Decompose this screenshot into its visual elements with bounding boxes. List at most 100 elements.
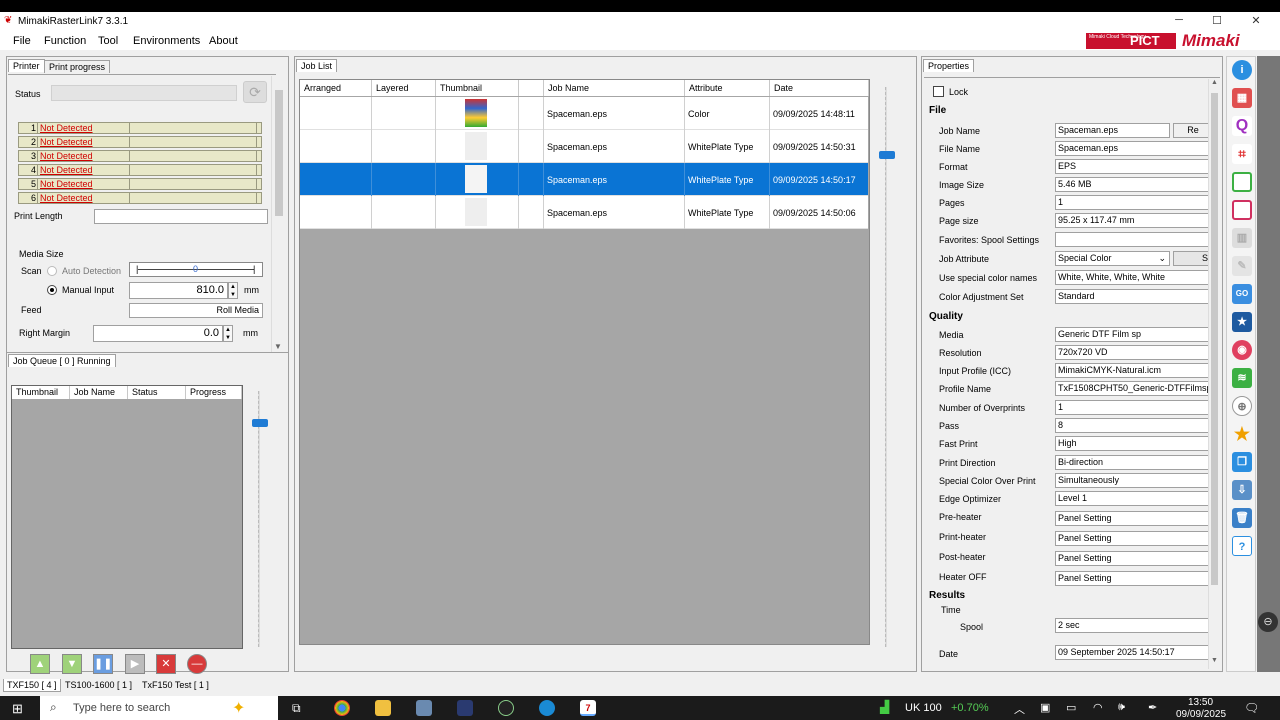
prop-value[interactable]: Panel Setting xyxy=(1055,511,1209,526)
label-icon[interactable]: ◉ xyxy=(1232,340,1252,360)
taskbar-search[interactable]: ⌕ Type here to search ✦ xyxy=(40,696,278,720)
layers-icon[interactable]: ≋ xyxy=(1232,368,1252,388)
right-margin-input[interactable]: 0.0 xyxy=(93,325,223,342)
menu-about[interactable]: About xyxy=(209,35,238,47)
prop-value[interactable]: High xyxy=(1055,436,1209,451)
tray-app-icon[interactable]: ▣ xyxy=(1040,701,1050,714)
go-icon[interactable]: GO xyxy=(1232,284,1252,304)
print-length-field[interactable] xyxy=(94,209,268,224)
rename-button[interactable]: Re xyxy=(1173,123,1213,138)
menu-function[interactable]: Function xyxy=(44,35,86,47)
lock-checkbox[interactable] xyxy=(933,86,944,97)
prop-value[interactable]: Simultaneously xyxy=(1055,473,1209,488)
job-list-priority-slider[interactable] xyxy=(877,87,895,647)
manual-input-radio[interactable] xyxy=(47,285,57,295)
job-row[interactable]: Spaceman.eps WhitePlate Type 09/09/2025 … xyxy=(300,130,868,163)
export-icon[interactable]: ⇩ xyxy=(1232,480,1252,500)
menu-file[interactable]: File xyxy=(13,35,31,47)
task-view-icon[interactable]: ⧉ xyxy=(292,701,301,716)
queue-move-bottom-button[interactable]: ▼ xyxy=(62,654,82,674)
info-icon[interactable]: i xyxy=(1232,60,1252,80)
quick-icon[interactable]: Q xyxy=(1232,116,1252,136)
col-date[interactable]: Date xyxy=(770,80,869,96)
queue-priority-slider[interactable] xyxy=(250,391,268,647)
menu-environments[interactable]: Environments xyxy=(133,35,200,47)
app-icon-taskbar[interactable] xyxy=(498,700,514,716)
job-row-selected[interactable]: Spaceman.eps WhitePlate Type 09/09/2025 … xyxy=(300,163,868,196)
queue-col-status[interactable]: Status xyxy=(128,386,186,399)
prop-value[interactable]: TxF1508CPHT50_Generic-DTFFilmsp_ xyxy=(1055,381,1209,396)
media-icon[interactable] xyxy=(1232,172,1252,192)
manual-width-stepper[interactable]: ▲ ▼ xyxy=(228,282,238,299)
pen-icon[interactable]: ✒ xyxy=(1148,701,1157,714)
prop-value[interactable]: Generic DTF Film sp xyxy=(1055,327,1209,342)
minimize-button[interactable]: ─ xyxy=(1164,14,1194,30)
feed-field[interactable]: Roll Media xyxy=(129,303,263,318)
tab-printer-ts100[interactable]: TS100-1600 [ 1 ] xyxy=(62,679,135,691)
star-icon[interactable]: ★ xyxy=(1232,424,1252,444)
clock-time[interactable]: 13:50 xyxy=(1188,697,1213,708)
clock-date[interactable]: 09/09/2025 xyxy=(1176,709,1226,720)
col-layered[interactable]: Layered xyxy=(372,80,436,96)
auto-detection-radio[interactable] xyxy=(47,266,57,276)
close-button[interactable]: ✕ xyxy=(1241,14,1271,30)
favorites-spool-field[interactable] xyxy=(1055,232,1209,247)
prop-job-name[interactable]: Spaceman.eps xyxy=(1055,123,1170,138)
teamviewer-icon[interactable] xyxy=(539,700,555,716)
layout-icon[interactable]: ▦ xyxy=(1232,88,1252,108)
copy-layout-icon[interactable] xyxy=(1232,200,1252,220)
crop-icon[interactable]: ⌗ xyxy=(1232,144,1252,164)
tab-print-progress[interactable]: Print progress xyxy=(44,60,111,73)
col-arranged[interactable]: Arranged xyxy=(300,80,372,96)
printer-panel-scrollbar[interactable]: ▼ xyxy=(271,76,285,354)
notification-icon[interactable]: 🗨 xyxy=(1244,701,1259,715)
tab-printer-txf150-test[interactable]: TxF150 Test [ 1 ] xyxy=(139,679,212,691)
scan-slider[interactable]: | | 0 xyxy=(129,262,263,277)
disabled-tool-icon[interactable]: ✎ xyxy=(1232,256,1252,276)
prop-value[interactable]: Bi-direction xyxy=(1055,455,1209,470)
job-row[interactable]: Spaceman.eps WhitePlate Type 09/09/2025 … xyxy=(300,196,868,229)
trash-icon[interactable]: 🗑 xyxy=(1232,508,1252,528)
queue-col-progress[interactable]: Progress xyxy=(186,386,242,399)
queue-move-top-button[interactable]: ▲ xyxy=(30,654,50,674)
prop-value[interactable]: 1 xyxy=(1055,400,1209,415)
job-row[interactable]: Spaceman.eps Color 09/09/2025 14:48:11 xyxy=(300,97,868,130)
file-explorer-icon[interactable] xyxy=(375,700,391,716)
col-job-name[interactable]: Job Name xyxy=(544,80,685,96)
prop-value[interactable]: 8 xyxy=(1055,418,1209,433)
tab-printer[interactable]: Printer xyxy=(8,59,45,72)
duplicate-icon[interactable]: ❐ xyxy=(1232,452,1252,472)
right-margin-stepper[interactable]: ▲ ▼ xyxy=(223,325,233,342)
volume-icon[interactable]: 🕪 xyxy=(1118,701,1125,714)
queue-col-job-name[interactable]: Job Name xyxy=(70,386,128,399)
queue-pause-button[interactable]: ❚❚ xyxy=(93,654,113,674)
prop-value[interactable]: 720x720 VD xyxy=(1055,345,1209,360)
ruler-icon[interactable]: ★ xyxy=(1232,312,1252,332)
tab-printer-txf150[interactable]: TXF150 [ 4 ] xyxy=(3,679,61,692)
battery-icon[interactable]: ▭ xyxy=(1066,701,1076,714)
job-attribute-select[interactable]: Special Color ⌄ xyxy=(1055,251,1170,266)
stock-name[interactable]: UK 100 xyxy=(905,702,942,714)
properties-scrollbar[interactable]: ▲ ▼ xyxy=(1208,79,1220,669)
queue-stop-button[interactable]: — xyxy=(187,654,207,674)
position-icon[interactable]: ⊕ xyxy=(1232,396,1252,416)
app-icon-taskbar[interactable] xyxy=(457,700,473,716)
help-icon[interactable]: ? xyxy=(1232,536,1252,556)
maximize-button[interactable]: ☐ xyxy=(1202,14,1232,30)
refresh-button[interactable]: ⟳ xyxy=(243,81,267,103)
queue-play-button[interactable]: ▶ xyxy=(125,654,145,674)
queue-col-thumbnail[interactable]: Thumbnail xyxy=(12,386,70,399)
tray-chevron-icon[interactable]: ︿ xyxy=(1014,701,1025,717)
disabled-tool-icon[interactable]: ▥ xyxy=(1232,228,1252,248)
prop-value[interactable]: Panel Setting xyxy=(1055,551,1209,566)
windows-start-icon[interactable]: ⊞ xyxy=(12,701,23,717)
color-adjustment-field[interactable]: Standard xyxy=(1055,289,1209,304)
app-icon-taskbar[interactable] xyxy=(416,700,432,716)
wifi-icon[interactable]: ◠ xyxy=(1093,701,1103,714)
prop-value[interactable]: Panel Setting xyxy=(1055,571,1209,586)
menu-tool[interactable]: Tool xyxy=(98,35,118,47)
col-attribute[interactable]: Attribute xyxy=(685,80,770,96)
col-blank[interactable] xyxy=(519,80,544,96)
special-color-settings-button[interactable]: S xyxy=(1173,251,1213,266)
rasterlink-taskbar-icon[interactable]: 7 xyxy=(580,700,596,716)
